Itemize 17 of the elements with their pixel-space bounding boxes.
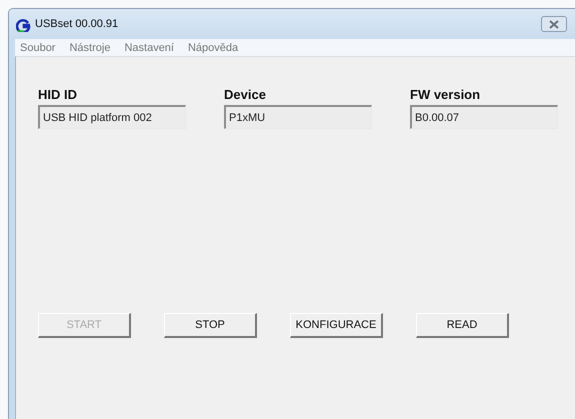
text-field[interactable]: B0.00.07 — [410, 105, 558, 129]
field-label: Device — [224, 87, 267, 102]
window-title: USBset 00.00.91 — [35, 18, 120, 30]
push-button[interactable]: STOP — [164, 313, 257, 338]
menu-item[interactable]: Soubor — [18, 42, 58, 54]
app-logo-icon — [16, 16, 31, 32]
push-button[interactable]: READ — [416, 313, 509, 338]
close-button[interactable] — [541, 16, 567, 32]
text-field[interactable]: USB HID platform 002 — [38, 105, 186, 129]
menu-item[interactable]: Nápověda — [186, 42, 240, 54]
push-button[interactable]: KONFIGURACE — [290, 313, 383, 338]
field-label: FW version — [410, 87, 482, 102]
menu-item[interactable]: Nástroje — [67, 42, 112, 54]
field-label: HID ID — [38, 87, 78, 102]
menu-item[interactable]: Nastavení — [122, 42, 176, 54]
text-field[interactable]: P1xMU — [224, 105, 372, 129]
close-icon — [549, 20, 559, 28]
